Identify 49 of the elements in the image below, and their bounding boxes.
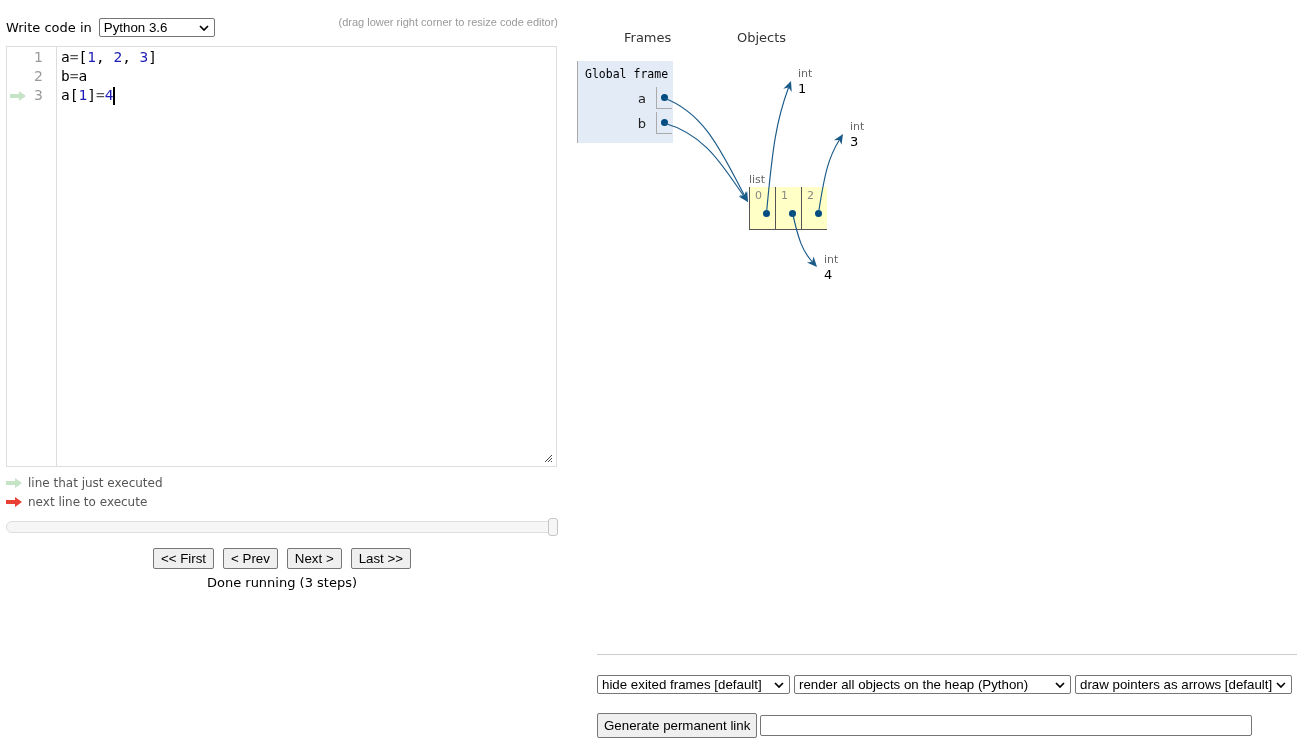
step-button[interactable]: < Prev bbox=[223, 548, 278, 569]
legend-label: line that just executed bbox=[28, 475, 163, 490]
step-button[interactable]: << First bbox=[152, 548, 215, 569]
code-editor[interactable]: 1 2 3 a=[1, 2, 3] b=a a[1]=4 bbox=[6, 46, 557, 467]
line-number: 1 bbox=[33, 48, 44, 67]
slider-handle[interactable] bbox=[548, 518, 558, 536]
pointer-dot-icon bbox=[661, 94, 668, 101]
pointer-dot-icon bbox=[815, 210, 822, 217]
list-index: 1 bbox=[781, 189, 788, 202]
pointer-dot-icon bbox=[789, 210, 796, 217]
frame-title: Global frame bbox=[584, 66, 670, 81]
resize-hint: (drag lower right corner to resize code editor) bbox=[338, 16, 558, 28]
pointer-dot-icon bbox=[763, 210, 770, 217]
resize-grip-icon[interactable] bbox=[544, 454, 553, 463]
pointer-dot-icon bbox=[661, 119, 668, 126]
int-value: 4 bbox=[824, 267, 833, 283]
step-button[interactable]: Next > bbox=[286, 548, 342, 569]
caret-icon bbox=[1055, 681, 1065, 688]
option-dropdown[interactable]: render all objects on the heap (Python) bbox=[794, 675, 1071, 694]
write-code-label: Write code in bbox=[6, 20, 92, 35]
caret-icon bbox=[774, 681, 784, 688]
frames-heading: Frames bbox=[624, 30, 672, 46]
step-button[interactable]: Last >> bbox=[350, 548, 412, 569]
code-line: a[1]=4 bbox=[61, 86, 114, 105]
list-index: 0 bbox=[755, 189, 762, 202]
option-dropdown[interactable]: hide exited frames [default] bbox=[597, 675, 790, 694]
line-number: 2 bbox=[33, 67, 44, 86]
type-label: list bbox=[749, 173, 766, 187]
url-field[interactable] bbox=[760, 715, 1253, 736]
code-line: b=a bbox=[61, 67, 88, 86]
int-value: 1 bbox=[798, 81, 807, 97]
status-text: Done running (3 steps) bbox=[206, 575, 358, 591]
list-index: 2 bbox=[807, 189, 814, 202]
variable-name: b bbox=[637, 115, 646, 131]
step-slider[interactable] bbox=[6, 518, 558, 536]
int-value: 3 bbox=[850, 134, 859, 150]
type-label: int bbox=[850, 120, 865, 134]
type-label: int bbox=[824, 253, 839, 267]
caret-icon bbox=[1276, 681, 1286, 688]
line-number: 3 bbox=[33, 86, 44, 105]
variable-name: a bbox=[638, 90, 646, 106]
legend-label: next line to execute bbox=[28, 494, 148, 509]
objects-heading: Objects bbox=[737, 30, 787, 46]
caret-icon bbox=[198, 24, 209, 31]
language-dropdown[interactable]: Python 3.6 bbox=[98, 18, 215, 37]
type-label: int bbox=[798, 67, 813, 81]
option-dropdown[interactable]: draw pointers as arrows [default] bbox=[1075, 675, 1292, 694]
code-line: a=[1, 2, 3] bbox=[61, 48, 158, 67]
permalink-button[interactable]: Generate permanent link bbox=[597, 713, 758, 738]
